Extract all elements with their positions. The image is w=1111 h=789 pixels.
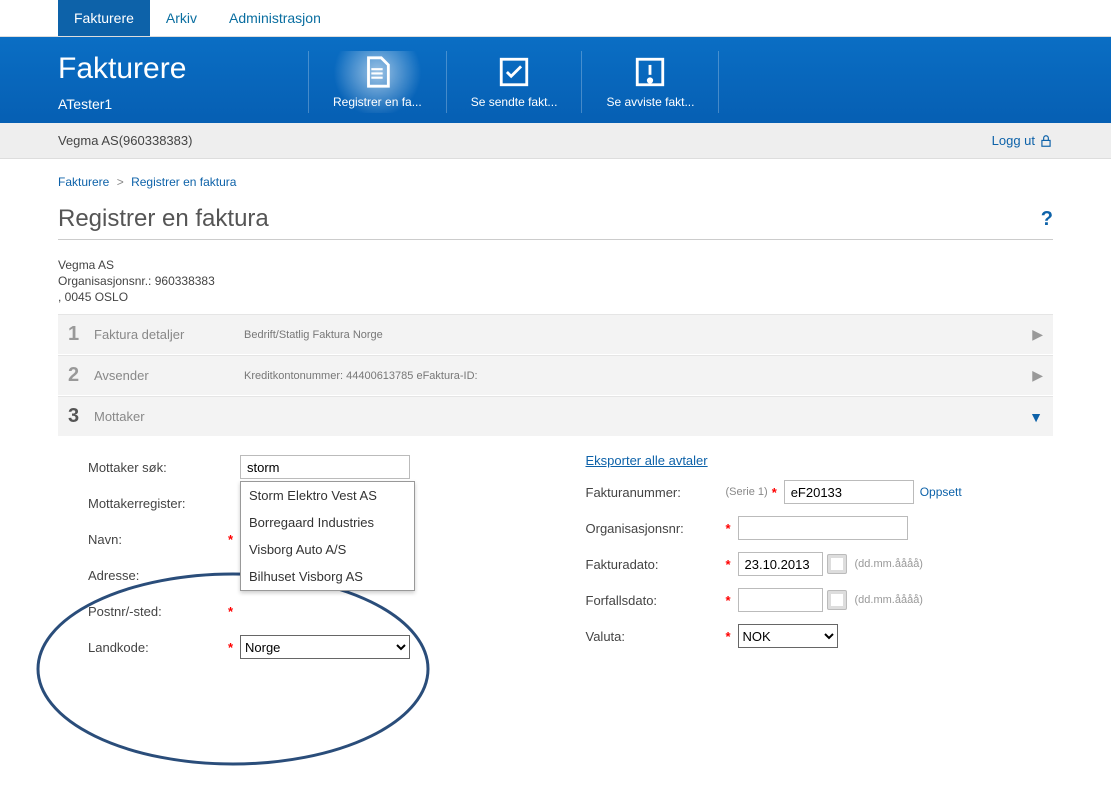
logout-link[interactable]: Logg ut xyxy=(992,133,1053,148)
sender-company-block: Vegma AS Organisasjonsnr.: 960338383 , 0… xyxy=(58,258,1053,304)
landkode-select[interactable]: Norge xyxy=(240,635,410,659)
breadcrumb-current: Registrer en faktura xyxy=(131,175,236,189)
forfallsdato-input[interactable] xyxy=(738,588,823,612)
action-avviste[interactable]: Se avviste fakt... xyxy=(581,51,719,113)
label-landkode: Landkode: xyxy=(88,640,228,655)
autocomplete-item[interactable]: Borregaard Industries xyxy=(241,509,414,536)
document-icon xyxy=(360,55,394,89)
label-mottaker-sok: Mottaker søk: xyxy=(88,460,228,475)
top-nav: Fakturere Arkiv Administrasjon xyxy=(0,0,1111,37)
check-square-icon xyxy=(497,55,531,89)
label-fakturanummer: Fakturanummer: xyxy=(586,485,726,500)
exclaim-square-icon xyxy=(633,55,667,89)
label-valuta: Valuta: xyxy=(586,629,726,644)
action-sendte[interactable]: Se sendte fakt... xyxy=(446,51,582,113)
label-forfallsdato: Forfallsdato: xyxy=(586,593,726,608)
lock-icon xyxy=(1039,134,1053,148)
chevron-down-icon: ▼ xyxy=(1029,409,1043,425)
sub-bar: Vegma AS(960338383) Logg ut xyxy=(0,123,1111,159)
fakturadato-input[interactable] xyxy=(738,552,823,576)
tab-fakturere[interactable]: Fakturere xyxy=(58,0,150,36)
calendar-icon[interactable] xyxy=(827,554,847,574)
chevron-right-icon: ▶ xyxy=(1032,367,1043,384)
step-2[interactable]: 2 Avsender Kreditkontonummer: 4440061378… xyxy=(58,355,1053,395)
autocomplete-item[interactable]: Bilhuset Visborg AS xyxy=(241,563,414,590)
breadcrumb-root[interactable]: Fakturere xyxy=(58,175,109,189)
autocomplete-item[interactable]: Storm Elektro Vest AS xyxy=(241,482,414,509)
step-3[interactable]: 3 Mottaker ▼ xyxy=(58,396,1053,436)
step-1[interactable]: 1 Faktura detaljer Bedrift/Statlig Faktu… xyxy=(58,314,1053,354)
label-postnr: Postnr/-sted: xyxy=(88,604,228,619)
label-mottakerregister: Mottakerregister: xyxy=(88,496,228,511)
subbar-company: Vegma AS(960338383) xyxy=(58,133,192,148)
export-avtaler-link[interactable]: Eksporter alle avtaler xyxy=(586,453,1024,468)
breadcrumb: Fakturere > Registrer en faktura xyxy=(58,175,1053,189)
autocomplete-item[interactable]: Visborg Auto A/S xyxy=(241,536,414,563)
label-navn: Navn: xyxy=(88,532,228,547)
autocomplete-list: Storm Elektro Vest AS Borregaard Industr… xyxy=(240,481,415,591)
chevron-right-icon: ▶ xyxy=(1032,326,1043,343)
banner-title: Fakturere xyxy=(58,52,308,86)
banner: Fakturere ATester1 Registrer en fa... Se… xyxy=(0,37,1111,123)
calendar-icon[interactable] xyxy=(827,590,847,610)
action-registrer[interactable]: Registrer en fa... xyxy=(308,51,446,113)
valuta-select[interactable]: NOK xyxy=(738,624,838,648)
oppsett-link[interactable]: Oppsett xyxy=(920,485,962,499)
banner-subtitle: ATester1 xyxy=(58,96,308,112)
help-icon[interactable]: ? xyxy=(1041,208,1053,231)
fakturanummer-input[interactable] xyxy=(784,480,914,504)
orgnr-input[interactable] xyxy=(738,516,908,540)
label-fakturadato: Fakturadato: xyxy=(586,557,726,572)
label-orgnr: Organisasjonsnr: xyxy=(586,521,726,536)
mottaker-sok-input[interactable] xyxy=(240,455,410,479)
page-title: Registrer en faktura xyxy=(58,205,269,233)
tab-arkiv[interactable]: Arkiv xyxy=(150,0,213,36)
label-adresse: Adresse: xyxy=(88,568,228,583)
tab-administrasjon[interactable]: Administrasjon xyxy=(213,0,337,36)
